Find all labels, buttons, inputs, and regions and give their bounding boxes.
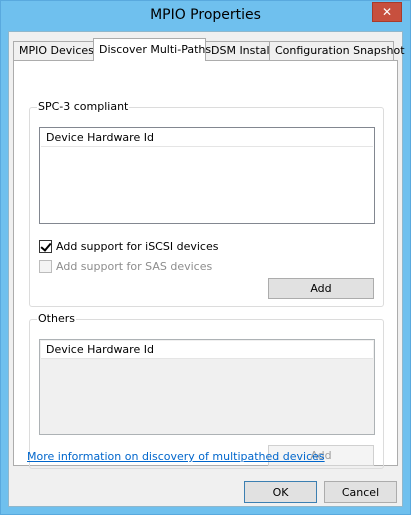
tab-discover-multi-paths[interactable]: Discover Multi-Paths: [93, 38, 211, 61]
others-device-list: Device Hardware Id: [39, 339, 375, 435]
sas-support-checkbox: [39, 259, 52, 273]
spc3-group-label: SPC-3 compliant: [37, 100, 130, 113]
cancel-button[interactable]: Cancel: [324, 481, 397, 503]
others-groupbox: Others Device Hardware Id Add: [29, 312, 384, 469]
others-list-header: Device Hardware Id: [41, 341, 373, 359]
title-bar[interactable]: MPIO Properties ✕: [1, 1, 410, 31]
tab-mpio-devices[interactable]: MPIO Devices: [13, 41, 94, 60]
iscsi-support-label[interactable]: Add support for iSCSI devices: [56, 240, 218, 253]
iscsi-support-option[interactable]: Add support for iSCSI devices: [39, 238, 218, 254]
spc3-add-button[interactable]: Add: [268, 278, 374, 299]
dialog-client-area: MPIO Devices Discover Multi-Paths DSM In…: [8, 31, 405, 507]
sas-support-label: Add support for SAS devices: [56, 259, 213, 273]
tab-configuration-snapshot[interactable]: Configuration Snapshot: [269, 41, 405, 60]
window-title: MPIO Properties: [150, 7, 261, 23]
more-info-link[interactable]: More information on discovery of multipa…: [27, 450, 325, 463]
tab-dsm-install[interactable]: DSM Install: [205, 41, 273, 60]
spc3-list-header[interactable]: Device Hardware Id: [41, 129, 373, 147]
mpio-properties-window: MPIO Properties ✕ MPIO Devices Discover …: [0, 0, 411, 515]
sas-support-option: Add support for SAS devices: [39, 258, 212, 274]
discover-multi-paths-panel: SPC-3 compliant Device Hardware Id Add s…: [13, 60, 398, 469]
spc3-device-list[interactable]: Device Hardware Id: [39, 127, 375, 224]
iscsi-support-checkbox[interactable]: [39, 239, 52, 253]
spc3-groupbox: SPC-3 compliant Device Hardware Id Add s…: [29, 100, 384, 307]
ok-button[interactable]: OK: [244, 481, 317, 503]
others-group-label: Others: [37, 312, 76, 325]
close-button[interactable]: ✕: [372, 2, 402, 22]
close-icon: ✕: [381, 5, 393, 19]
